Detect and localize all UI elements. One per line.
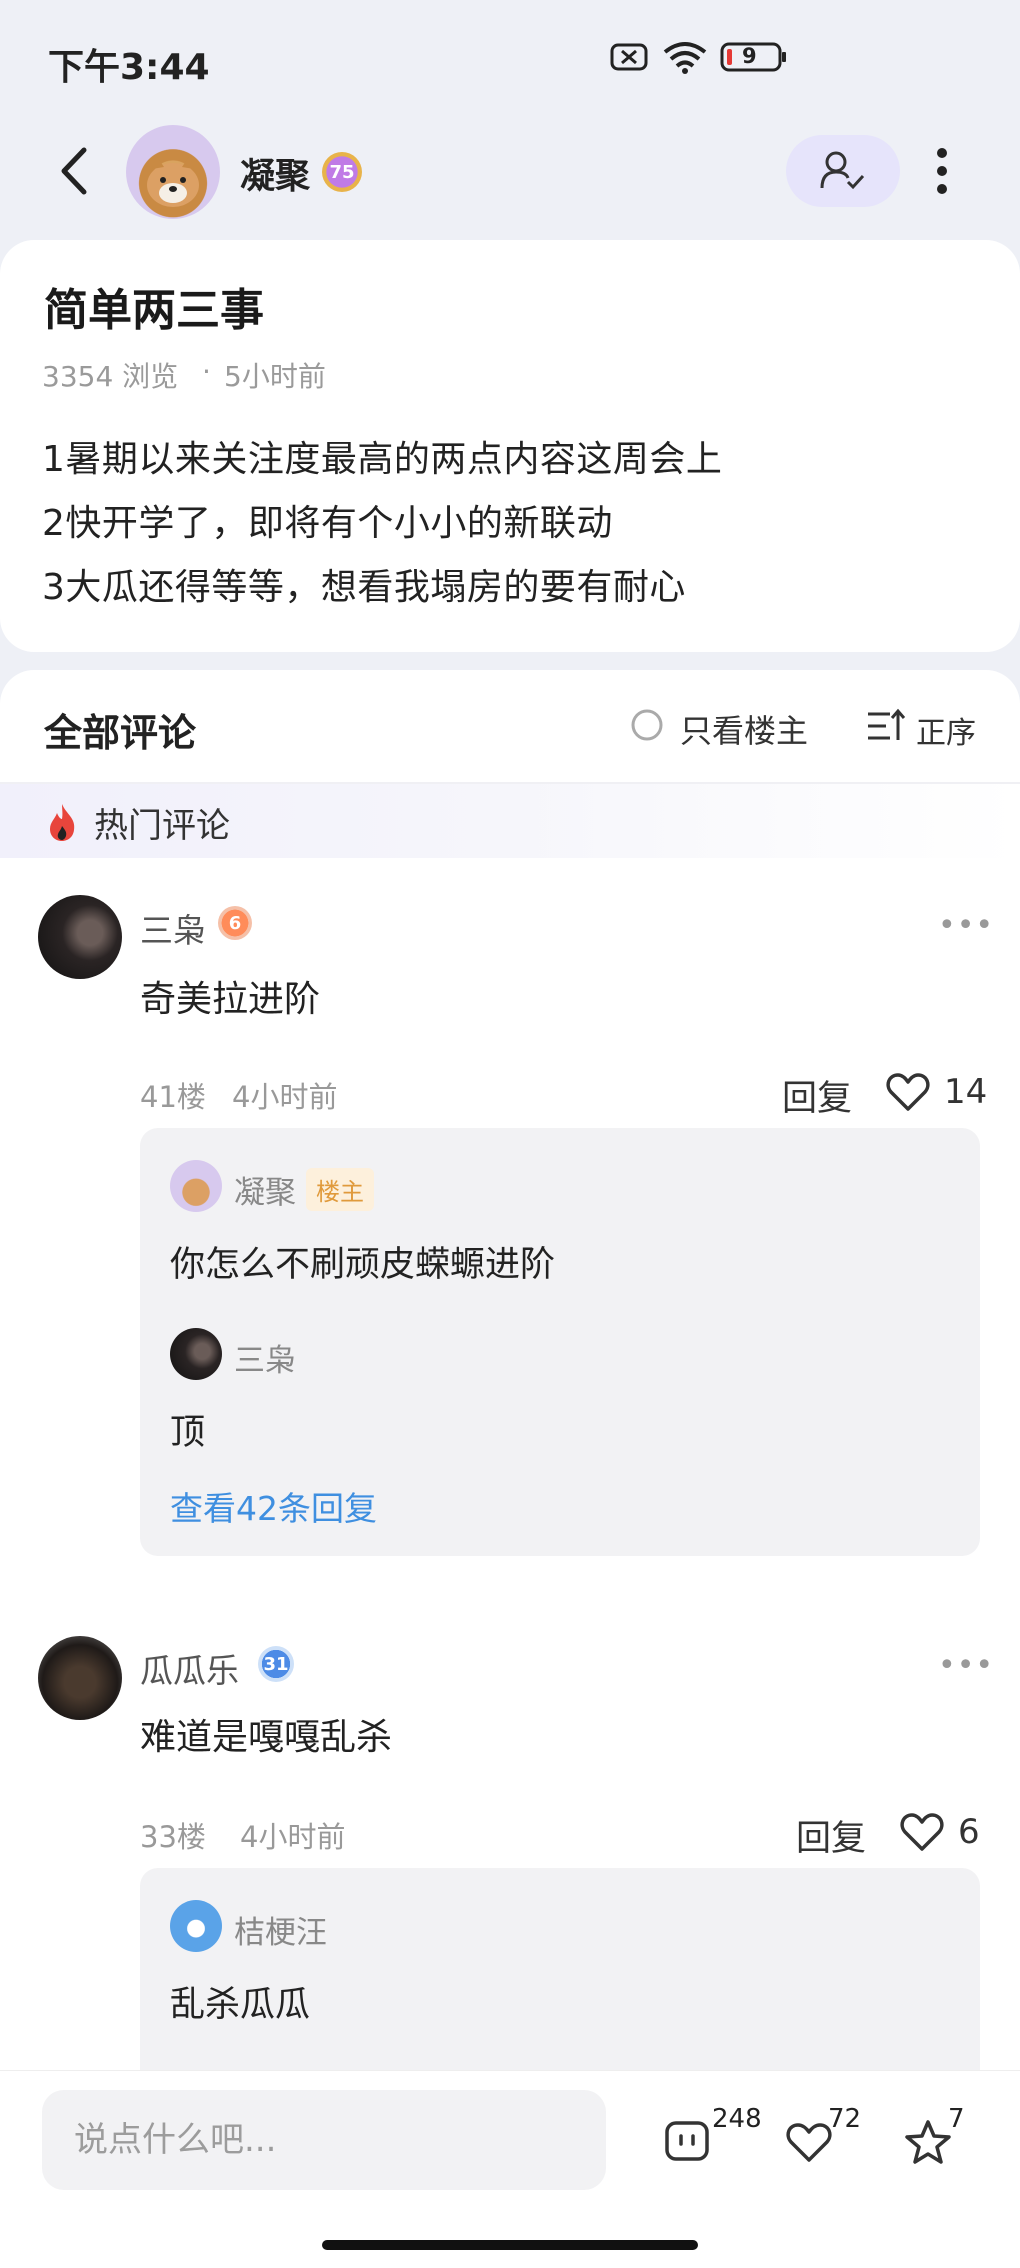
like-count: 72 <box>828 2104 862 2134</box>
reply-user[interactable]: 桔梗汪 <box>234 1907 327 1952</box>
post-time: 5小时前 <box>224 360 326 393</box>
heart-icon[interactable] <box>886 1072 930 1112</box>
comment-time: 4小时前 <box>240 1820 346 1854</box>
back-icon[interactable] <box>56 146 92 196</box>
reply-avatar[interactable] <box>170 1328 222 1380</box>
reply-avatar[interactable] <box>170 1160 222 1212</box>
meta-separator: · <box>202 355 211 388</box>
reply-button[interactable]: 回复 <box>782 1070 852 1121</box>
follow-icon <box>820 151 865 190</box>
reply-button[interactable]: 回复 <box>796 1810 866 1861</box>
author-avatar[interactable] <box>126 125 220 219</box>
dog-avatar-icon <box>147 155 199 207</box>
comment-text: 奇美拉进阶 <box>140 979 321 1020</box>
star-count: 7 <box>948 2104 965 2134</box>
post-content-line: 2快开学了，即将有个小小的新联动 <box>42 503 613 544</box>
level-badge: 31 <box>258 1646 294 1682</box>
wifi-icon <box>663 42 707 74</box>
post-content-line: 1暑期以来关注度最高的两点内容这周会上 <box>42 439 723 480</box>
hot-comments-label: 热门评论 <box>94 806 230 846</box>
owner-tag: 楼主 <box>306 1168 374 1211</box>
only-owner-label[interactable]: 只看楼主 <box>680 706 808 752</box>
sort-icon[interactable] <box>866 708 906 746</box>
reply-user[interactable]: 凝聚 <box>234 1167 296 1212</box>
like-count: 14 <box>944 1072 988 1112</box>
status-time: 下午3:44 <box>48 47 210 88</box>
post-content-line: 3大瓜还得等等，想看我塌房的要有耐心 <box>42 567 686 608</box>
more-icon[interactable]: ••• <box>938 1648 994 1683</box>
like-count: 6 <box>958 1812 980 1852</box>
reply-box <box>140 1868 980 2070</box>
more-vert-icon[interactable] <box>930 145 954 197</box>
reply-text: 你怎么不刷顽皮蝾螈进阶 <box>170 1245 556 1285</box>
only-owner-radio[interactable] <box>630 708 664 742</box>
comment-text: 难道是嘎嘎乱杀 <box>140 1717 393 1758</box>
battery-level: 9 <box>742 44 757 68</box>
reply-text: 顶 <box>170 1413 206 1453</box>
fire-icon <box>50 804 75 841</box>
post-views: 3354 浏览 <box>42 360 179 393</box>
commenter-avatar[interactable] <box>38 895 122 979</box>
comment-count: 248 <box>712 2104 762 2134</box>
level-badge: 75 <box>322 152 362 192</box>
comment-floor: 41楼 <box>140 1080 206 1114</box>
view-more-replies-link[interactable]: 查看42条回复 <box>170 1482 377 1530</box>
commenter-name[interactable]: 瓜瓜乐 <box>140 1644 239 1692</box>
level-badge: 6 <box>218 906 252 940</box>
post-title: 简单两三事 <box>44 285 264 336</box>
comment-time: 4小时前 <box>232 1080 338 1114</box>
reply-avatar[interactable] <box>170 1900 222 1952</box>
reply-user[interactable]: 三枭 <box>234 1335 296 1380</box>
commenter-avatar[interactable] <box>38 1636 122 1720</box>
home-indicator[interactable] <box>322 2240 698 2250</box>
reply-text: 乱杀瓜瓜 <box>170 1985 311 2025</box>
comments-title: 全部评论 <box>44 711 197 755</box>
comment-icon[interactable] <box>664 2120 710 2164</box>
sim-off-icon <box>610 43 648 71</box>
author-name[interactable]: 凝聚 <box>240 148 310 199</box>
sort-label[interactable]: 正序 <box>916 708 976 752</box>
commenter-name[interactable]: 三枭 <box>140 904 206 952</box>
comment-floor: 33楼 <box>140 1820 206 1854</box>
more-icon[interactable]: ••• <box>938 908 994 943</box>
comment-input[interactable] <box>42 2090 606 2190</box>
heart-icon[interactable] <box>900 1812 944 1852</box>
star-icon[interactable] <box>904 2118 952 2166</box>
follow-button[interactable] <box>786 135 900 207</box>
heart-icon[interactable] <box>786 2122 832 2164</box>
